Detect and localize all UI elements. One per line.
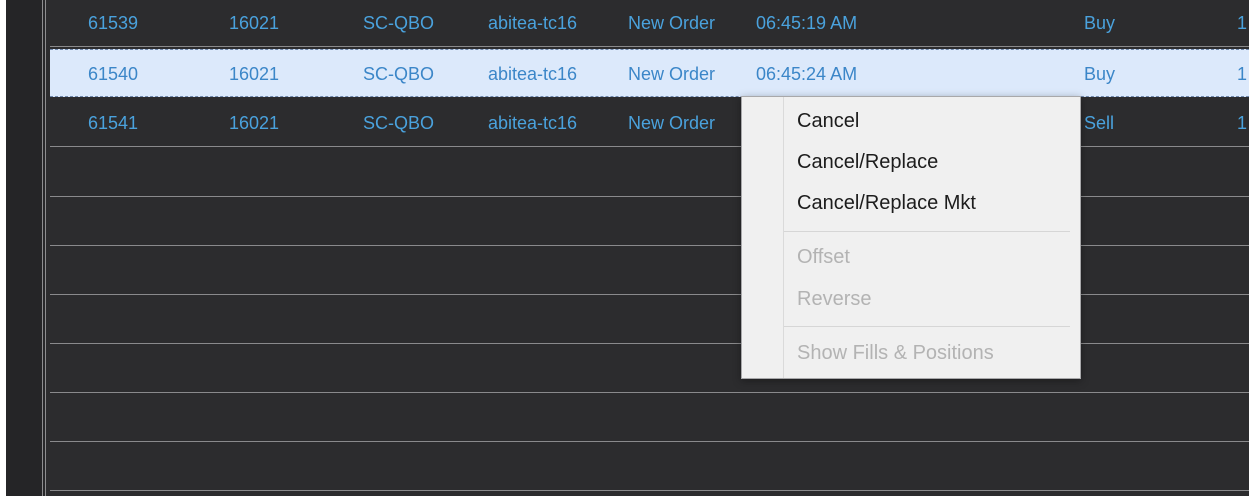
menu-icon-gutter xyxy=(742,97,784,378)
side-cell: Buy xyxy=(1084,13,1116,33)
menu-item-cancel-replace-mkt[interactable]: Cancel/Replace Mkt xyxy=(797,187,1067,219)
orders-window: 61539 16021 SC-QBO abitea-tc16 New Order… xyxy=(6,0,1249,496)
quantity-cell: 1 xyxy=(1237,13,1248,33)
menu-item-cancel-replace[interactable]: Cancel/Replace xyxy=(797,146,1067,178)
order-id-cell: 61540 xyxy=(88,64,139,84)
menu-item-cancel[interactable]: Cancel xyxy=(797,105,1067,137)
empty-row xyxy=(50,443,1249,491)
account-cell: 16021 xyxy=(229,64,280,84)
symbol-cell: SC-QBO xyxy=(363,64,435,84)
order-context-menu: Cancel Cancel/Replace Cancel/Replace Mkt… xyxy=(741,96,1081,379)
time-cell: 06:45:19 AM xyxy=(756,13,858,33)
time-cell: 06:45:24 AM xyxy=(756,64,858,84)
menu-separator xyxy=(784,326,1070,327)
symbol-cell: SC-QBO xyxy=(363,13,435,33)
order-id-cell: 61541 xyxy=(88,113,139,133)
user-cell: abitea-tc16 xyxy=(488,64,578,84)
status-cell: New Order xyxy=(628,113,716,133)
menu-item-offset: Offset xyxy=(797,246,850,268)
pane-splitter[interactable] xyxy=(42,0,46,496)
account-cell: 16021 xyxy=(229,113,280,133)
status-cell: New Order xyxy=(628,64,716,84)
quantity-cell: 1 xyxy=(1237,113,1248,133)
side-cell: Buy xyxy=(1084,64,1116,84)
menu-item-reverse: Reverse xyxy=(797,288,872,310)
menu-separator xyxy=(784,231,1070,232)
table-row[interactable]: 61539 16021 SC-QBO abitea-tc16 New Order… xyxy=(50,0,1249,47)
status-cell: New Order xyxy=(628,13,716,33)
quantity-cell: 1 xyxy=(1237,64,1248,84)
order-id-cell: 61539 xyxy=(88,13,139,33)
symbol-cell: SC-QBO xyxy=(363,113,435,133)
side-cell: Sell xyxy=(1084,113,1115,133)
table-row-selected[interactable]: 61540 16021 SC-QBO abitea-tc16 New Order… xyxy=(50,49,1249,97)
user-cell: abitea-tc16 xyxy=(488,13,578,33)
account-cell: 16021 xyxy=(229,13,280,33)
left-rail xyxy=(6,0,42,496)
user-cell: abitea-tc16 xyxy=(488,113,578,133)
empty-row xyxy=(50,394,1249,442)
menu-item-show-fills-positions: Show Fills & Positions xyxy=(797,342,994,364)
